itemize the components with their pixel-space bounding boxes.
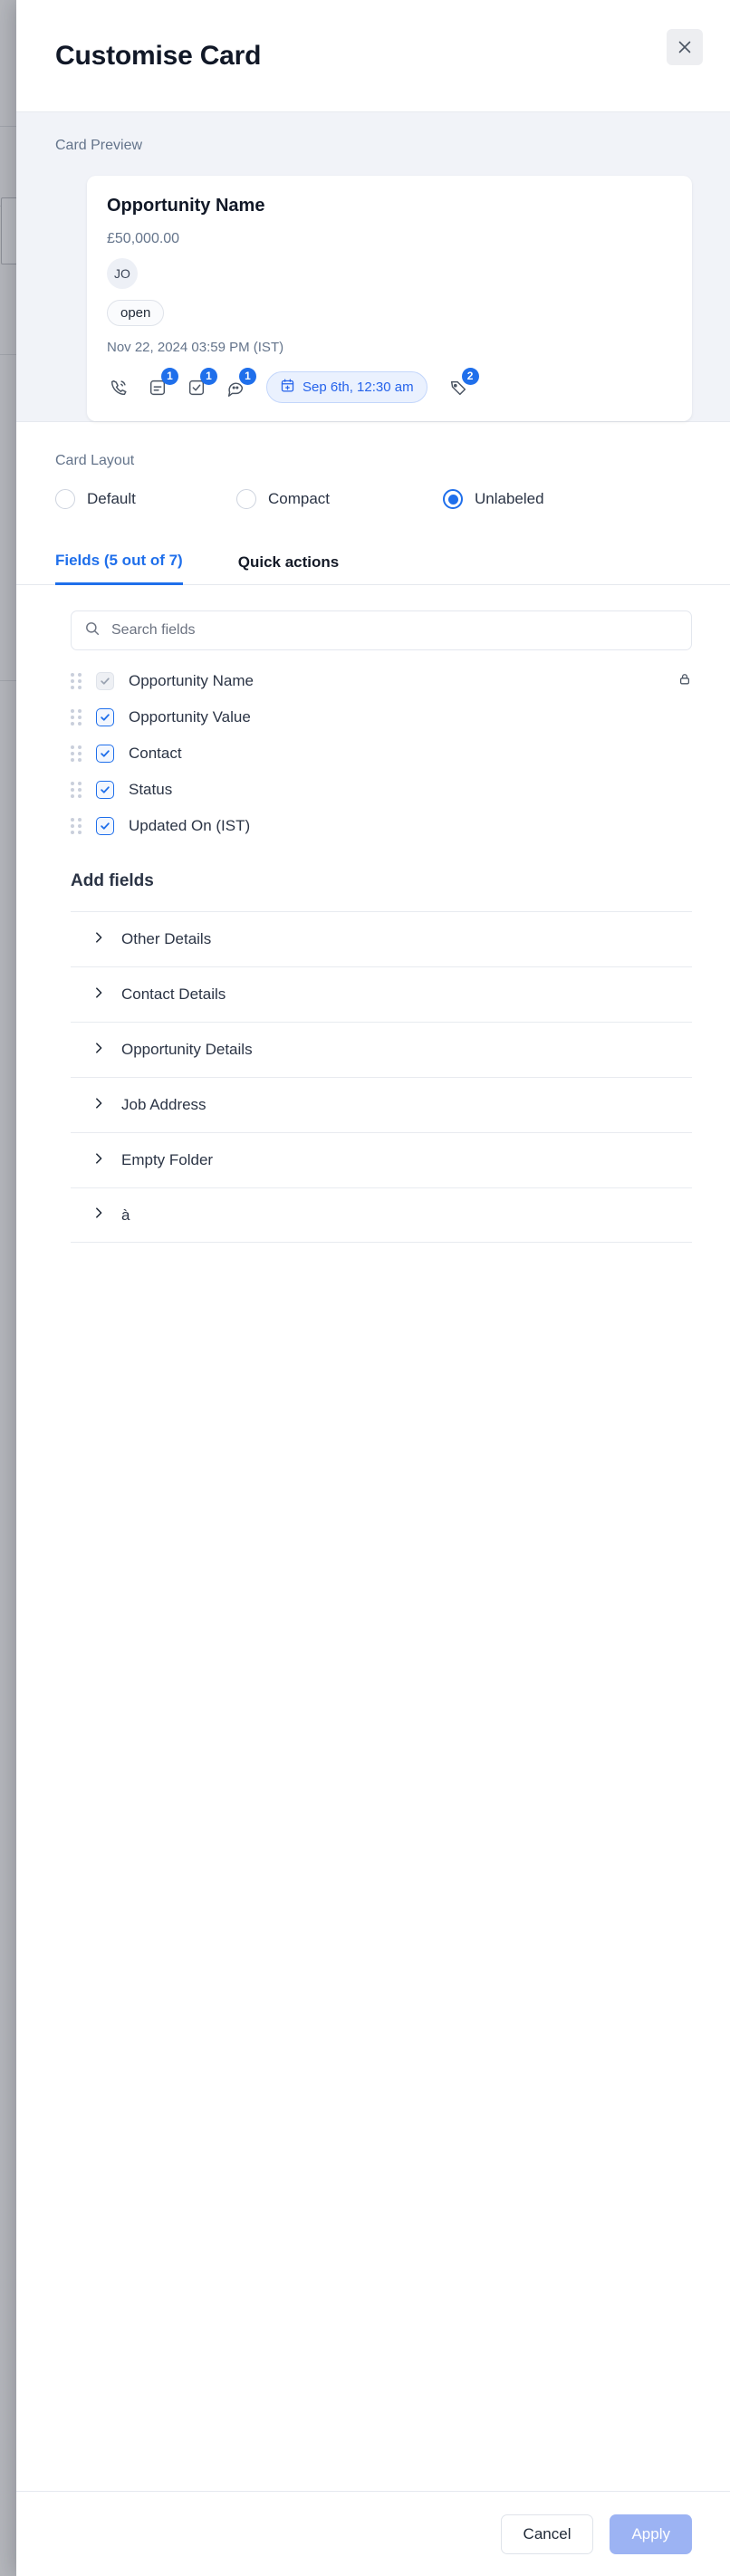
folder-row-a-grave[interactable]: à	[71, 1187, 692, 1243]
close-icon	[677, 39, 693, 55]
radio-label: Unlabeled	[475, 490, 544, 507]
radio-indicator	[55, 489, 75, 509]
folder-label: Other Details	[121, 930, 212, 947]
phone-icon[interactable]	[107, 376, 130, 399]
tab-quick-actions[interactable]: Quick actions	[238, 553, 339, 584]
calendar-plus-icon	[280, 378, 295, 397]
preview-card-title: Opportunity Name	[107, 196, 265, 216]
folder-row-empty-folder[interactable]: Empty Folder	[71, 1132, 692, 1187]
chevron-right-icon	[92, 1206, 105, 1224]
search-box[interactable]	[71, 610, 692, 650]
folder-label: Job Address	[121, 1096, 207, 1113]
comment-badge: 1	[239, 367, 256, 385]
add-fields-title: Add fields	[71, 871, 154, 890]
folder-label: à	[121, 1206, 130, 1224]
field-checkbox[interactable]	[96, 817, 114, 835]
dialog-header: Customise Card	[16, 0, 730, 112]
field-row-updated-on[interactable]: Updated On (IST)	[71, 808, 692, 844]
search-section	[16, 585, 730, 650]
radio-indicator	[443, 489, 463, 509]
preview-card-action-row: 1 1 1 Sep 6th, 12:30 am 2	[107, 367, 672, 403]
drag-handle-icon[interactable]	[71, 818, 82, 834]
lock-icon	[677, 672, 692, 691]
card-layout-section: Card Layout Default Compact Unlabeled	[16, 422, 730, 509]
field-label: Updated On (IST)	[129, 817, 251, 834]
radio-option-compact[interactable]: Compact	[236, 489, 443, 509]
note-badge: 1	[161, 367, 178, 385]
cancel-button[interactable]: Cancel	[500, 2514, 594, 2554]
apply-button[interactable]: Apply	[610, 2514, 692, 2554]
card-layout-radio-group: Default Compact Unlabeled	[55, 489, 730, 509]
drag-handle-icon[interactable]	[71, 782, 82, 798]
schedule-date-chip[interactable]: Sep 6th, 12:30 am	[266, 371, 427, 403]
field-label: Opportunity Value	[129, 708, 251, 726]
dialog-footer: Cancel Apply	[16, 2491, 730, 2576]
preview-card-value: £50,000.00	[107, 231, 180, 246]
tag-badge: 2	[461, 367, 479, 385]
folder-row-job-address[interactable]: Job Address	[71, 1077, 692, 1132]
tag-icon[interactable]: 2	[447, 367, 479, 399]
field-checkbox	[96, 672, 114, 690]
card-preview-panel: Card Preview Opportunity Name £50,000.00…	[16, 112, 730, 422]
radio-option-unlabeled[interactable]: Unlabeled	[443, 489, 544, 509]
folder-label: Opportunity Details	[121, 1041, 253, 1058]
search-input[interactable]	[111, 622, 678, 639]
chevron-right-icon	[92, 1097, 105, 1114]
field-row-opportunity-name[interactable]: Opportunity Name	[71, 663, 692, 699]
field-list: Opportunity Name Opportunity Value Conta…	[16, 650, 730, 844]
chevron-right-icon	[92, 1042, 105, 1059]
task-badge: 1	[200, 367, 217, 385]
field-checkbox[interactable]	[96, 745, 114, 763]
preview-card: Opportunity Name £50,000.00 JO open Nov …	[87, 176, 692, 421]
add-fields-folder-list: Other Details Contact Details Opportunit…	[71, 911, 692, 1243]
field-label: Opportunity Name	[129, 672, 254, 689]
task-icon[interactable]: 1	[185, 367, 217, 399]
folder-row-opportunity-details[interactable]: Opportunity Details	[71, 1022, 692, 1077]
radio-label: Default	[87, 490, 136, 507]
field-row-status[interactable]: Status	[71, 772, 692, 808]
chevron-right-icon	[92, 931, 105, 948]
comment-icon[interactable]: 1	[224, 367, 256, 399]
preview-card-updated-on: Nov 22, 2024 03:59 PM (IST)	[107, 340, 284, 355]
note-icon[interactable]: 1	[146, 367, 178, 399]
search-icon	[84, 620, 101, 641]
radio-label: Compact	[268, 490, 331, 507]
close-button[interactable]	[667, 29, 703, 65]
card-preview-label: Card Preview	[55, 138, 143, 153]
schedule-date-label: Sep 6th, 12:30 am	[303, 380, 414, 395]
radio-indicator	[236, 489, 256, 509]
field-row-opportunity-value[interactable]: Opportunity Value	[71, 699, 692, 735]
tab-bar: Fields (5 out of 7) Quick actions	[16, 542, 730, 585]
field-row-contact[interactable]: Contact	[71, 735, 692, 772]
drag-handle-icon[interactable]	[71, 745, 82, 762]
chevron-right-icon	[92, 986, 105, 1004]
customise-card-dialog: Customise Card Card Preview Opportunity …	[16, 0, 730, 2576]
field-label: Contact	[129, 745, 182, 762]
folder-label: Empty Folder	[121, 1151, 214, 1168]
page-title: Customise Card	[55, 40, 262, 71]
tab-fields[interactable]: Fields (5 out of 7)	[55, 552, 183, 585]
field-checkbox[interactable]	[96, 708, 114, 726]
folder-row-other-details[interactable]: Other Details	[71, 911, 692, 966]
status-badge: open	[107, 300, 165, 326]
folder-row-contact-details[interactable]: Contact Details	[71, 966, 692, 1022]
avatar: JO	[107, 258, 138, 289]
folder-label: Contact Details	[121, 985, 226, 1003]
chevron-right-icon	[92, 1152, 105, 1169]
field-checkbox[interactable]	[96, 781, 114, 799]
card-layout-label: Card Layout	[55, 453, 135, 468]
drag-handle-icon[interactable]	[71, 673, 82, 689]
field-label: Status	[129, 781, 173, 798]
drag-handle-icon[interactable]	[71, 709, 82, 726]
radio-option-default[interactable]: Default	[55, 489, 236, 509]
